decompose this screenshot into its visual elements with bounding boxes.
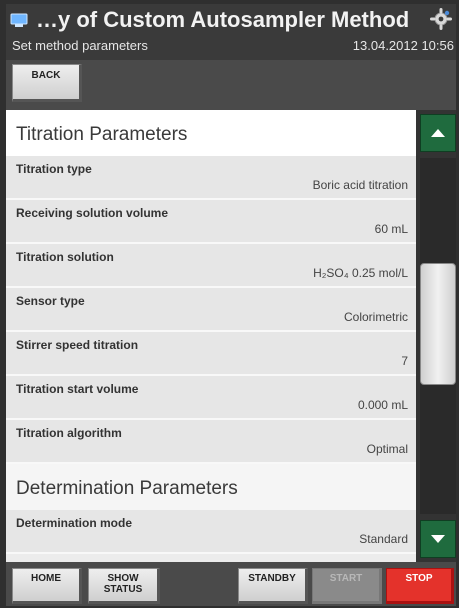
scroll-up-button[interactable] (420, 114, 456, 152)
param-value: 60 mL (374, 222, 408, 236)
param-row-titration-type[interactable]: Titration type Boric acid titration (6, 156, 416, 200)
param-row-determination-mode[interactable]: Determination mode Standard (6, 510, 416, 554)
param-row-stirrer-speed[interactable]: Stirrer speed titration 7 (6, 332, 416, 376)
scroll-thumb[interactable] (420, 263, 456, 385)
param-value: 7 (401, 354, 408, 368)
back-button[interactable]: BACK (12, 64, 82, 102)
param-value: Colorimetric (343, 310, 408, 324)
param-label: Titration type (16, 162, 92, 176)
datetime: 13.04.2012 10:56 (352, 38, 454, 53)
window-title: …y of Custom Autosampler Method (36, 7, 410, 32)
show-status-button[interactable]: SHOW STATUS (88, 568, 160, 604)
param-value: Boric acid titration (312, 178, 408, 192)
param-row-titration-algorithm[interactable]: Titration algorithm Optimal (6, 420, 416, 464)
param-row-sensor-type[interactable]: Sensor type Colorimetric (6, 288, 416, 332)
start-button[interactable]: START (312, 568, 382, 604)
section-titration-parameters: Titration Parameters (6, 110, 416, 156)
chevron-down-icon (431, 535, 445, 543)
section-determination-parameters: Determination Parameters (6, 464, 416, 510)
gear-icon[interactable] (430, 8, 452, 30)
param-label: Titration start volume (16, 382, 139, 396)
param-label: Receiving solution volume (16, 206, 169, 220)
param-row-titration-start-volume[interactable]: Titration start volume 0.000 mL (6, 376, 416, 420)
standby-button[interactable]: STANDBY (238, 568, 308, 604)
param-value: H₂SO₄ 0.25 mol/L (313, 266, 408, 280)
param-label: Stirrer speed titration (16, 338, 139, 352)
param-row-receiving-solution-volume[interactable]: Receiving solution volume 60 mL (6, 200, 416, 244)
param-value: Standard (359, 532, 408, 546)
toolbar: BACK (6, 60, 456, 110)
param-label: Sensor type (16, 294, 85, 308)
scrollbar[interactable] (416, 110, 456, 562)
chevron-up-icon (431, 129, 445, 137)
parameter-list: Titration Parameters Titration type Bori… (6, 110, 416, 562)
param-label: Titration solution (16, 250, 114, 264)
param-row-titration-solution[interactable]: Titration solution H₂SO₄ 0.25 mol/L (6, 244, 416, 288)
bottom-bar: HOME SHOW STATUS STANDBY START STOP (6, 562, 456, 606)
param-value: 0.000 mL (357, 398, 408, 412)
param-label: Titration algorithm (16, 426, 122, 440)
device-screen: …y of Custom Autosampler Method Set meth… (0, 0, 459, 608)
stop-button[interactable]: STOP (386, 568, 454, 604)
param-value: Optimal (366, 442, 408, 456)
page-subtitle: Set method parameters (12, 38, 148, 53)
header-bar: …y of Custom Autosampler Method Set meth… (6, 4, 456, 60)
param-label: Determination mode (16, 516, 133, 530)
home-button[interactable]: HOME (12, 568, 82, 604)
monitor-icon (10, 13, 28, 27)
scroll-down-button[interactable] (420, 520, 456, 558)
